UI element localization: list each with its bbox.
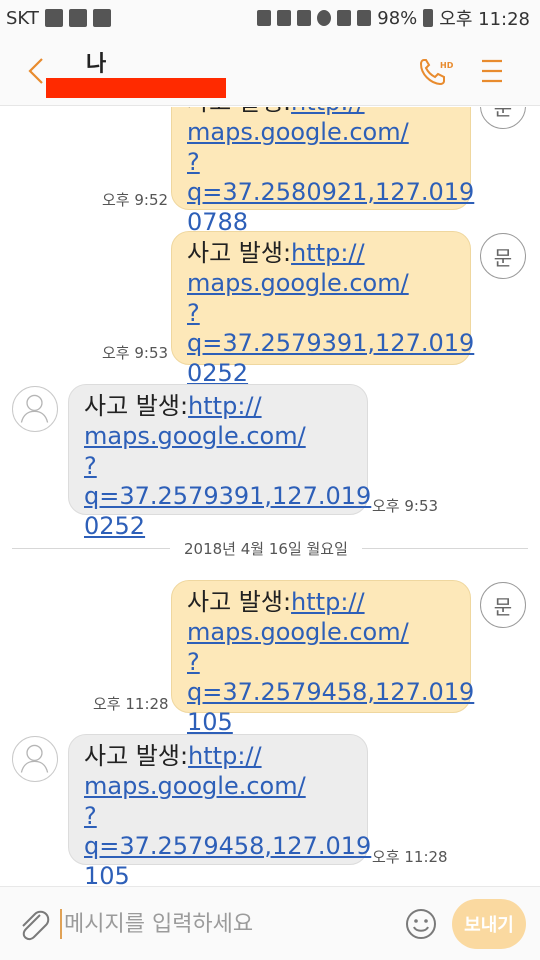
sim-badge: 문 [480, 582, 526, 628]
clock: 오후 11:28 [439, 9, 530, 30]
recycle-icon [257, 10, 272, 26]
message-link[interactable]: maps.google.com/ [84, 421, 353, 451]
message-timestamp: 오후 9:52 [102, 191, 169, 209]
message-link[interactable]: ?q=37.2580921,127.019 [187, 147, 474, 207]
conversation-header: 나 HD [0, 36, 540, 106]
incoming-message-bubble[interactable]: 사고 발생:http:// maps.google.com/ ?q=37.257… [68, 384, 371, 540]
contact-avatar[interactable] [12, 386, 58, 432]
sim-badge: 문 [480, 233, 526, 279]
message-thread[interactable]: 사고 발생:http:// maps.google.com/ ?q=37.258… [0, 107, 540, 885]
message-link[interactable]: 0252 [84, 511, 353, 541]
message-link[interactable]: maps.google.com/ [187, 268, 456, 298]
message-timestamp: 오후 11:28 [93, 695, 169, 713]
location-icon [277, 10, 292, 26]
carrier-label: SKT [6, 7, 39, 29]
outgoing-message-bubble[interactable]: 사고 발생:http:// maps.google.com/ ?q=37.257… [171, 231, 474, 387]
svg-text:HD: HD [440, 61, 454, 70]
message-link[interactable]: ?q=37.2579458,127.019 [187, 647, 474, 707]
message-prefix: 사고 발생: [187, 239, 292, 267]
mute-icon [297, 10, 312, 26]
message-timestamp: 오후 9:53 [102, 344, 169, 362]
message-prefix: 사고 발생: [84, 392, 189, 420]
message-link[interactable]: ?q=37.2579391,127.019 [187, 298, 474, 358]
message-link[interactable]: 105 [84, 861, 353, 885]
status-bar: SKT 98% 오후 11:28 [0, 0, 540, 36]
message-prefix: 사고 발생: [187, 588, 292, 616]
person-icon [20, 744, 49, 773]
message-prefix: 사고 발생: [187, 107, 291, 116]
hd-call-icon[interactable]: HD [418, 56, 454, 88]
message-link[interactable]: http:// [188, 392, 262, 420]
text-caret [60, 909, 62, 939]
message-composer: 보내기 [0, 886, 540, 960]
outgoing-message-bubble[interactable]: 사고 발생:http:// maps.google.com/ ?q=37.257… [171, 580, 474, 736]
redacted-number [46, 78, 226, 98]
sim-badge: 문 [480, 107, 526, 129]
message-link[interactable]: 105 [187, 707, 456, 737]
person-icon [20, 394, 49, 423]
message-link[interactable]: http:// [188, 742, 262, 770]
message-prefix: 사고 발생: [84, 742, 189, 770]
message-link[interactable]: ?q=37.2579391,127.019 [84, 451, 371, 511]
message-timestamp: 오후 11:28 [372, 848, 448, 866]
status-left: SKT [6, 8, 111, 29]
outgoing-message-bubble[interactable]: 사고 발생:http:// maps.google.com/ ?q=37.258… [171, 107, 474, 236]
message-link[interactable]: maps.google.com/ [84, 771, 353, 801]
alarm-icon [317, 10, 332, 26]
contact-avatar[interactable] [12, 736, 58, 782]
menu-icon[interactable] [480, 58, 504, 84]
wifi-icon [337, 10, 352, 26]
message-input[interactable] [64, 909, 384, 939]
gallery-icon [44, 9, 63, 27]
contact-name: 나 [86, 52, 107, 77]
date-divider: 2018년 4월 16일 월요일 [170, 538, 362, 559]
battery-icon [423, 9, 434, 27]
status-right: 98% 오후 11:28 [257, 5, 530, 31]
message-timestamp: 오후 9:53 [372, 497, 439, 515]
message-link[interactable]: http:// [291, 107, 365, 116]
missed-call-icon [68, 9, 87, 27]
message-link[interactable]: maps.google.com/ [187, 117, 456, 147]
incoming-message-bubble[interactable]: 사고 발생:http:// maps.google.com/ ?q=37.257… [68, 734, 371, 885]
signal-icon [357, 10, 372, 26]
attach-paperclip-icon[interactable] [16, 907, 50, 943]
message-link[interactable]: maps.google.com/ [187, 617, 456, 647]
message-link[interactable]: http:// [291, 239, 365, 267]
send-button[interactable]: 보내기 [452, 899, 526, 949]
battery-percent: 98% [377, 7, 418, 29]
message-link[interactable]: ?q=37.2579458,127.019 [84, 801, 371, 861]
chat-notification-icon [92, 9, 111, 27]
emoji-icon[interactable] [404, 907, 438, 941]
message-link[interactable]: http:// [291, 588, 365, 616]
